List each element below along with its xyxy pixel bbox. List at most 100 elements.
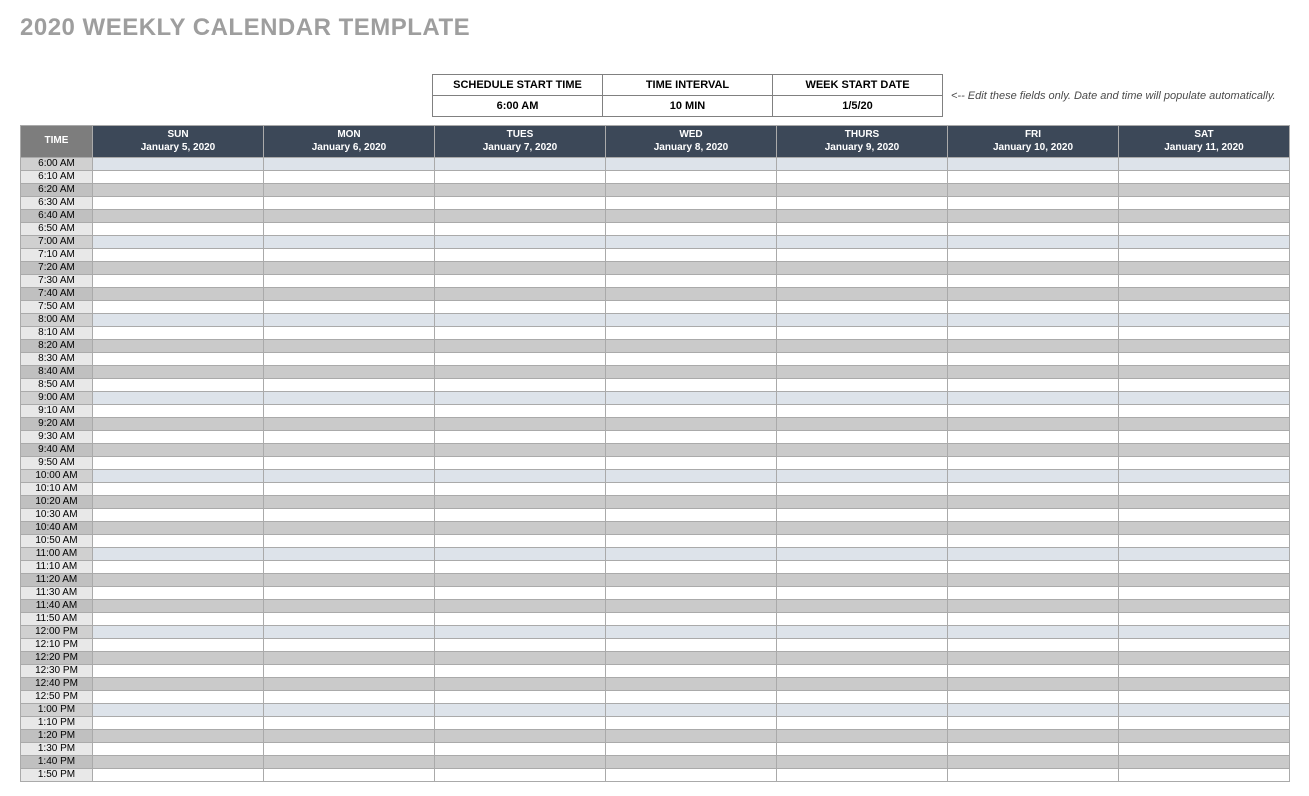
calendar-slot[interactable]	[777, 262, 948, 275]
calendar-slot[interactable]	[777, 600, 948, 613]
calendar-slot[interactable]	[435, 665, 606, 678]
calendar-slot[interactable]	[1119, 522, 1290, 535]
calendar-slot[interactable]	[1119, 431, 1290, 444]
calendar-slot[interactable]	[93, 626, 264, 639]
calendar-slot[interactable]	[1119, 639, 1290, 652]
calendar-slot[interactable]	[435, 600, 606, 613]
calendar-slot[interactable]	[777, 496, 948, 509]
calendar-slot[interactable]	[777, 197, 948, 210]
calendar-slot[interactable]	[93, 327, 264, 340]
calendar-slot[interactable]	[435, 210, 606, 223]
calendar-slot[interactable]	[93, 769, 264, 782]
calendar-slot[interactable]	[264, 249, 435, 262]
calendar-slot[interactable]	[264, 665, 435, 678]
calendar-slot[interactable]	[606, 522, 777, 535]
calendar-slot[interactable]	[606, 600, 777, 613]
calendar-slot[interactable]	[264, 691, 435, 704]
calendar-slot[interactable]	[948, 756, 1119, 769]
calendar-slot[interactable]	[435, 457, 606, 470]
calendar-slot[interactable]	[435, 353, 606, 366]
calendar-slot[interactable]	[93, 665, 264, 678]
calendar-slot[interactable]	[948, 561, 1119, 574]
calendar-slot[interactable]	[264, 639, 435, 652]
calendar-slot[interactable]	[435, 717, 606, 730]
calendar-slot[interactable]	[948, 743, 1119, 756]
calendar-slot[interactable]	[948, 652, 1119, 665]
calendar-slot[interactable]	[93, 275, 264, 288]
calendar-slot[interactable]	[948, 288, 1119, 301]
calendar-slot[interactable]	[606, 340, 777, 353]
calendar-slot[interactable]	[606, 457, 777, 470]
calendar-slot[interactable]	[777, 587, 948, 600]
calendar-slot[interactable]	[777, 652, 948, 665]
calendar-slot[interactable]	[93, 171, 264, 184]
calendar-slot[interactable]	[948, 548, 1119, 561]
calendar-slot[interactable]	[948, 509, 1119, 522]
calendar-slot[interactable]	[435, 249, 606, 262]
calendar-slot[interactable]	[1119, 587, 1290, 600]
calendar-slot[interactable]	[606, 418, 777, 431]
calendar-slot[interactable]	[948, 639, 1119, 652]
calendar-slot[interactable]	[93, 457, 264, 470]
calendar-slot[interactable]	[1119, 418, 1290, 431]
calendar-slot[interactable]	[435, 405, 606, 418]
calendar-slot[interactable]	[93, 574, 264, 587]
calendar-slot[interactable]	[948, 223, 1119, 236]
calendar-slot[interactable]	[1119, 548, 1290, 561]
calendar-slot[interactable]	[948, 327, 1119, 340]
calendar-slot[interactable]	[777, 340, 948, 353]
calendar-slot[interactable]	[948, 405, 1119, 418]
calendar-slot[interactable]	[435, 197, 606, 210]
calendar-slot[interactable]	[777, 249, 948, 262]
calendar-slot[interactable]	[264, 301, 435, 314]
calendar-slot[interactable]	[948, 158, 1119, 171]
calendar-slot[interactable]	[93, 704, 264, 717]
calendar-slot[interactable]	[93, 405, 264, 418]
calendar-slot[interactable]	[606, 769, 777, 782]
calendar-slot[interactable]	[264, 197, 435, 210]
calendar-slot[interactable]	[777, 704, 948, 717]
calendar-slot[interactable]	[606, 275, 777, 288]
calendar-slot[interactable]	[264, 587, 435, 600]
calendar-slot[interactable]	[264, 210, 435, 223]
calendar-slot[interactable]	[606, 483, 777, 496]
calendar-slot[interactable]	[264, 561, 435, 574]
calendar-slot[interactable]	[264, 743, 435, 756]
config-value-week-start[interactable]: 1/5/20	[773, 96, 943, 117]
calendar-slot[interactable]	[264, 340, 435, 353]
calendar-slot[interactable]	[264, 483, 435, 496]
calendar-slot[interactable]	[435, 535, 606, 548]
calendar-slot[interactable]	[777, 418, 948, 431]
calendar-slot[interactable]	[435, 561, 606, 574]
calendar-slot[interactable]	[93, 535, 264, 548]
calendar-slot[interactable]	[948, 275, 1119, 288]
calendar-slot[interactable]	[606, 665, 777, 678]
calendar-slot[interactable]	[264, 600, 435, 613]
calendar-slot[interactable]	[948, 249, 1119, 262]
calendar-slot[interactable]	[264, 236, 435, 249]
calendar-slot[interactable]	[606, 210, 777, 223]
calendar-slot[interactable]	[264, 678, 435, 691]
calendar-slot[interactable]	[264, 717, 435, 730]
calendar-slot[interactable]	[435, 158, 606, 171]
calendar-slot[interactable]	[264, 262, 435, 275]
calendar-slot[interactable]	[264, 431, 435, 444]
calendar-slot[interactable]	[435, 171, 606, 184]
calendar-slot[interactable]	[606, 249, 777, 262]
calendar-slot[interactable]	[1119, 756, 1290, 769]
calendar-slot[interactable]	[93, 717, 264, 730]
calendar-slot[interactable]	[948, 392, 1119, 405]
calendar-slot[interactable]	[948, 574, 1119, 587]
calendar-slot[interactable]	[606, 405, 777, 418]
calendar-slot[interactable]	[93, 600, 264, 613]
calendar-slot[interactable]	[435, 496, 606, 509]
calendar-slot[interactable]	[435, 392, 606, 405]
calendar-slot[interactable]	[264, 574, 435, 587]
calendar-slot[interactable]	[435, 379, 606, 392]
calendar-slot[interactable]	[93, 301, 264, 314]
calendar-slot[interactable]	[606, 509, 777, 522]
calendar-slot[interactable]	[606, 743, 777, 756]
calendar-slot[interactable]	[777, 431, 948, 444]
calendar-slot[interactable]	[948, 704, 1119, 717]
calendar-slot[interactable]	[606, 262, 777, 275]
